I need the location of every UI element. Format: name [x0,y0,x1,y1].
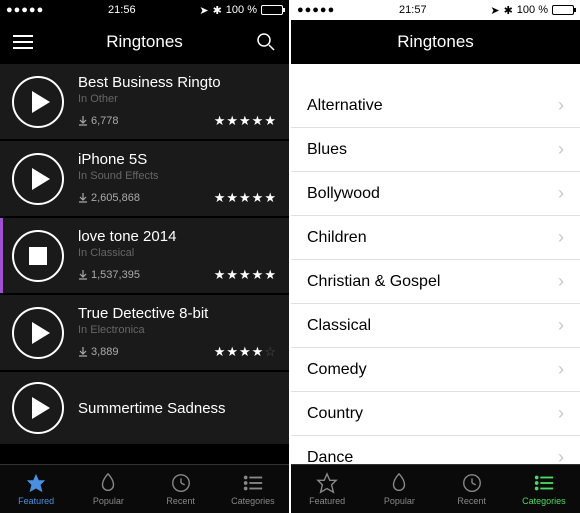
tab-categories[interactable]: Categories [508,465,580,513]
location-icon: ➤ [490,4,499,17]
menu-button[interactable] [12,35,34,49]
category-row[interactable]: Blues › [291,128,580,172]
ringtone-title: Summertime Sadness [78,400,277,417]
rating-stars: ★★★★☆ [214,344,277,360]
rating-stars: ★★★★★ [214,190,277,206]
header: Ringtones [291,20,580,64]
tab-label: Recent [457,496,486,506]
category-row[interactable]: Christian & Gospel › [291,260,580,304]
chevron-right-icon: › [558,359,564,380]
chevron-right-icon: › [558,271,564,292]
battery-percent: 100 % [517,4,548,16]
category-row[interactable]: Bollywood › [291,172,580,216]
tab-recent[interactable]: Recent [145,465,217,513]
category-row[interactable]: Alternative › [291,84,580,128]
tab-recent[interactable]: Recent [436,465,508,513]
category-label: Comedy [307,361,367,379]
category-label: Bollywood [307,185,380,203]
tab-label: Categories [522,496,566,506]
page-title: Ringtones [325,32,546,52]
play-button[interactable] [12,382,64,434]
category-label: Christian & Gospel [307,273,440,291]
tab-categories[interactable]: Categories [217,465,289,513]
location-icon: ➤ [199,4,208,17]
download-count: 2,605,868 [78,192,140,204]
category-label: Dance [307,449,353,465]
ringtone-category: In Classical [78,247,277,259]
category-label: Alternative [307,97,383,115]
search-button[interactable] [255,33,277,51]
category-row[interactable]: Classical › [291,304,580,348]
tab-label: Categories [231,496,275,506]
tab-popular[interactable]: Popular [72,465,144,513]
category-row[interactable]: Country › [291,392,580,436]
page-title: Ringtones [34,32,255,52]
tab-label: Featured [18,496,54,506]
category-row[interactable]: Comedy › [291,348,580,392]
status-bar: ●●●●● 21:57 ➤ ✱ 100 % [291,0,580,20]
ringtone-title: iPhone 5S [78,151,277,168]
tab-label: Popular [93,496,124,506]
rating-stars: ★★★★★ [214,113,277,129]
category-label: Country [307,405,363,423]
phone-left: ●●●●● 21:56 ➤ ✱ 100 % Ringtones Best Bus… [0,0,289,513]
status-bar: ●●●●● 21:56 ➤ ✱ 100 % [0,0,289,20]
battery-percent: 100 % [226,4,257,16]
ringtone-row[interactable]: Best Business Ringto In Other 6,778 ★★★★★ [0,64,289,139]
category-row[interactable]: Dance › [291,436,580,464]
status-time: 21:56 [108,4,136,16]
tab-label: Popular [384,496,415,506]
battery-icon [552,5,574,15]
ringtone-category: In Other [78,93,277,105]
download-count: 3,889 [78,346,119,358]
bluetooth-icon: ✱ [213,4,222,17]
category-label: Classical [307,317,371,335]
ringtone-title: love tone 2014 [78,228,277,245]
play-button[interactable] [12,307,64,359]
ringtone-title: Best Business Ringto [78,74,277,91]
rating-stars: ★★★★★ [214,267,277,283]
bluetooth-icon: ✱ [504,4,513,17]
download-count: 1,537,395 [78,269,140,281]
ringtone-row[interactable]: True Detective 8-bit In Electronica 3,889 ★… [0,295,289,370]
chevron-right-icon: › [558,183,564,204]
chevron-right-icon: › [558,315,564,336]
tab-popular[interactable]: Popular [363,465,435,513]
play-button[interactable] [12,153,64,205]
category-label: Children [307,229,367,247]
ringtone-category: In Sound Effects [78,170,277,182]
tab-label: Featured [309,496,345,506]
ringtone-row[interactable]: iPhone 5S In Sound Effects 2,605,868 ★★★★★ [0,141,289,216]
signal-dots: ●●●●● [6,4,44,16]
category-row[interactable]: Children › [291,216,580,260]
spacer [291,64,580,84]
tab-featured[interactable]: Featured [0,465,72,513]
ringtone-list[interactable]: Best Business RingtoIn Other6,778★★★★★iP… [0,64,289,464]
tab-bar: Featured Popular Recent Categories [291,464,580,513]
tab-label: Recent [166,496,195,506]
ringtone-row[interactable]: Summertime Sadness [0,372,289,444]
chevron-right-icon: › [558,139,564,160]
chevron-right-icon: › [558,227,564,248]
chevron-right-icon: › [558,403,564,424]
stop-button[interactable] [12,230,64,282]
play-button[interactable] [12,76,64,128]
ringtone-row[interactable]: love tone 2014 In Classical 1,537,395 ★★★★★ [0,218,289,293]
category-label: Blues [307,141,347,159]
header: Ringtones [0,20,289,64]
download-count: 6,778 [78,115,119,127]
tab-featured[interactable]: Featured [291,465,363,513]
chevron-right-icon: › [558,447,564,464]
signal-dots: ●●●●● [297,4,335,16]
category-list[interactable]: Alternative›Blues›Bollywood›Children›Chr… [291,84,580,464]
ringtone-title: True Detective 8-bit [78,305,277,322]
chevron-right-icon: › [558,95,564,116]
tab-bar: Featured Popular Recent Categories [0,464,289,513]
status-time: 21:57 [399,4,427,16]
battery-icon [261,5,283,15]
phone-right: ●●●●● 21:57 ➤ ✱ 100 % Ringtones Alternat… [291,0,580,513]
ringtone-category: In Electronica [78,324,277,336]
